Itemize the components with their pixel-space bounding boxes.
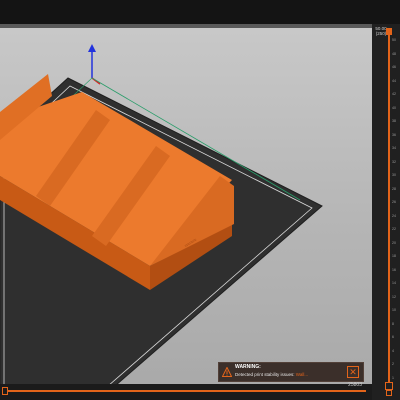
warning-triangle-icon	[222, 367, 232, 377]
z-axis-arrow	[88, 44, 96, 52]
3d-viewport[interactable]: ≈≈≈≈ WARNING: Detected print stability i…	[0, 28, 372, 392]
layer-slider-top-thumb[interactable]	[386, 28, 392, 35]
layer-tick-label: 36	[392, 132, 396, 137]
layer-tick-label: 24	[392, 213, 396, 218]
layer-tick-label: 4	[392, 348, 394, 353]
layer-tick-label: 8	[392, 321, 394, 326]
layer-slider[interactable]: 50.00 (250) 50 48 46 44 42 40 38 36 34 32 30 28 26 24…	[372, 24, 400, 400]
layer-tick-label: 48	[392, 51, 396, 56]
lock-icon[interactable]	[386, 390, 392, 396]
layer-tick-label: 10	[392, 308, 396, 313]
layer-slider-bottom-thumb[interactable]	[385, 382, 393, 390]
layer-tick-label: 44	[392, 78, 396, 83]
layer-tick-label: 20	[392, 240, 396, 245]
horizontal-slider[interactable]: 25803	[0, 382, 372, 400]
layer-tick-label: 6	[392, 335, 394, 340]
layer-tick-label: 14	[392, 281, 396, 286]
layer-tick-label: 46	[392, 65, 396, 70]
layer-tick-label: 30	[392, 173, 396, 178]
layer-tick-label: 40	[392, 105, 396, 110]
horizontal-slider-track[interactable]	[4, 390, 366, 392]
layer-tick-label: 42	[392, 92, 396, 97]
layer-tick-label: 26	[392, 200, 396, 205]
close-x-icon[interactable]: ✕	[347, 366, 359, 378]
horizontal-slider-thumb[interactable]	[2, 387, 8, 395]
layer-tick-label: 16	[392, 267, 396, 272]
layer-slider-track[interactable]	[388, 34, 390, 382]
layer-tick-label: 2	[392, 362, 394, 367]
scene-canvas[interactable]: ≈≈≈≈	[0, 28, 372, 392]
layer-tick-label: 28	[392, 186, 396, 191]
horizontal-slider-value: 25803	[348, 382, 362, 388]
layer-tick-label: 22	[392, 227, 396, 232]
layer-tick-label: 12	[392, 294, 396, 299]
layer-tick-label: 1	[392, 376, 394, 380]
layer-tick-label: 38	[392, 119, 396, 124]
layer-tick-label: 18	[392, 254, 396, 259]
warning-link[interactable]: Wall...	[296, 372, 308, 377]
top-toolbar	[0, 0, 400, 24]
warning-title: WARNING:	[235, 364, 261, 370]
warning-notification[interactable]: WARNING: Detected print stability issues…	[218, 362, 364, 382]
warning-message: Detected print stability issues: Wall...	[235, 372, 308, 377]
layer-tick-label: 50	[392, 38, 396, 42]
layer-tick-label: 34	[392, 146, 396, 151]
layer-tick-label: 32	[392, 159, 396, 164]
warning-message-text: Detected print stability issues:	[235, 372, 295, 377]
